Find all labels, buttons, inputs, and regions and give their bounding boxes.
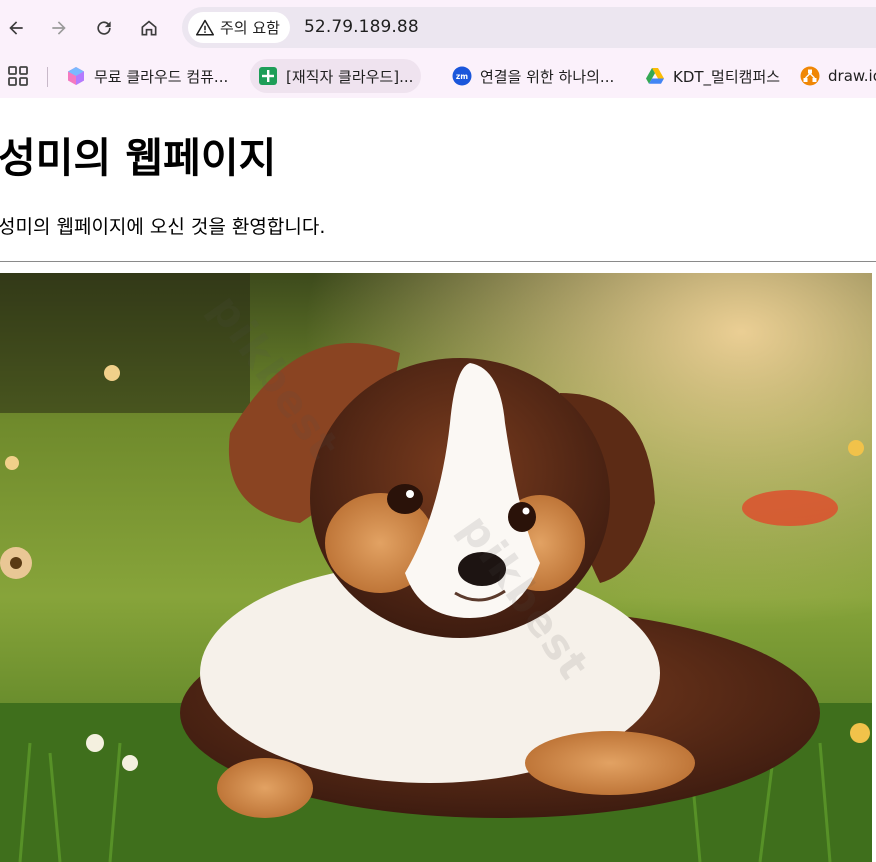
bookmark-item[interactable]: draw.io [792,59,876,93]
apps-grid-icon[interactable] [8,66,28,86]
home-icon [141,20,157,36]
bookmark-item[interactable]: KDT_멀티캠퍼스 [637,59,788,93]
security-chip[interactable]: 주의 요함 [188,12,290,43]
bookmarks-divider [47,67,48,87]
bookmarks-bar: 무료 클라우드 컴퓨... [재직자 클라우드]... zm 연결을 위한 하나… [0,56,876,98]
arrow-right-icon [52,21,66,35]
reload-button[interactable] [88,12,120,44]
arrow-left-icon [9,21,23,35]
bookmark-label: draw.io [828,67,876,85]
drawio-icon [800,66,820,86]
home-button[interactable] [133,12,165,44]
reload-icon [97,21,111,35]
cube-icon [68,67,84,85]
svg-text:zm: zm [456,72,468,81]
bookmark-label: 연결을 위한 하나의... [480,67,615,86]
address-bar[interactable]: 주의 요함 52.79.189.88 [182,7,876,48]
bookmark-label: 무료 클라우드 컴퓨... [94,67,229,86]
bookmark-item[interactable]: [재직자 클라우드]... [250,59,422,93]
browser-toolbar: 주의 요함 52.79.189.88 [0,0,876,56]
page-title: 성미의 웹페이지 [0,134,277,182]
bookmark-item[interactable]: zm 연결을 위한 하나의... [444,59,622,93]
page-description: 성미의 웹페이지에 오신 것을 환영합니다. [0,216,326,238]
sheets-icon [259,67,277,85]
bookmark-item[interactable]: 무료 클라우드 컴퓨... [58,59,236,93]
puppy-photo-illustration [0,273,872,862]
security-chip-label: 주의 요함 [220,19,280,37]
drive-icon [646,68,664,84]
puppy-image: pikbest pikbest [0,273,872,862]
bookmark-label: KDT_멀티캠퍼스 [673,67,781,86]
zoom-icon: zm [452,66,472,86]
url-text[interactable]: 52.79.189.88 [304,17,419,37]
bookmark-label: [재직자 클라우드]... [286,67,414,86]
warning-icon [196,19,214,35]
back-button[interactable] [0,12,32,44]
forward-button[interactable] [43,12,75,44]
horizontal-rule [0,261,876,262]
